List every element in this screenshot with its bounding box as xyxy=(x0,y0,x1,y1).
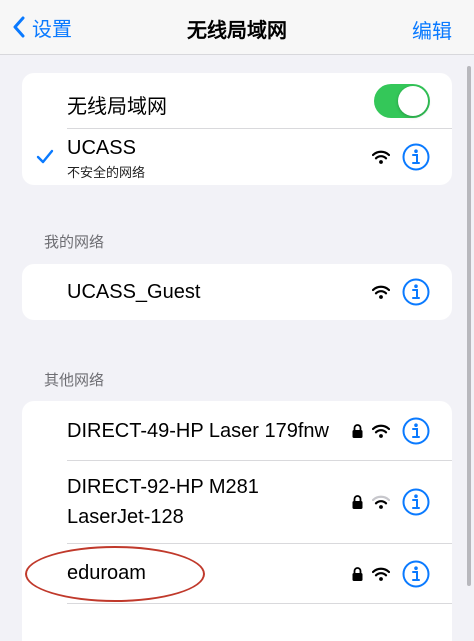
other-networks-card: DIRECT-49-HP Laser 179fnw DIRECT-92-HP M… xyxy=(22,401,452,641)
wlan-toggle[interactable] xyxy=(374,84,430,118)
edit-button[interactable]: 编辑 xyxy=(412,15,452,44)
network-name-line1: DIRECT-92-HP M281 xyxy=(67,476,259,498)
checkmark-icon xyxy=(36,149,54,164)
network-row[interactable]: UCASS_Guest xyxy=(22,264,452,320)
network-name: UCASS_Guest xyxy=(67,281,201,303)
lock-icon xyxy=(352,424,363,438)
wifi-icon xyxy=(372,285,390,299)
connected-network-name: UCASS xyxy=(67,137,136,159)
divider xyxy=(67,603,452,604)
wifi-icon xyxy=(372,150,390,164)
info-icon[interactable] xyxy=(402,143,430,171)
info-icon[interactable] xyxy=(402,560,430,588)
scrollbar[interactable] xyxy=(467,66,471,586)
highlight-ellipse xyxy=(25,546,205,602)
network-row[interactable]: DIRECT-49-HP Laser 179fnw xyxy=(22,401,452,461)
lock-icon xyxy=(352,567,363,581)
wifi-icon xyxy=(372,424,390,438)
wlan-toggle-row: 无线局域网 xyxy=(22,73,452,129)
network-name: DIRECT-49-HP Laser 179fnw xyxy=(67,420,329,442)
wifi-weak-icon xyxy=(372,495,390,509)
page-title: 无线局域网 xyxy=(187,20,287,42)
info-icon[interactable] xyxy=(402,417,430,445)
network-name-line2: LaserJet-128 xyxy=(67,506,184,528)
other-networks-header: 其他网络 xyxy=(44,372,105,389)
wlan-label: 无线局域网 xyxy=(67,96,167,118)
wifi-icon xyxy=(372,567,390,581)
connected-network-subtitle: 不安全的网络 xyxy=(67,165,146,180)
info-icon[interactable] xyxy=(402,488,430,516)
my-networks-card: UCASS_Guest xyxy=(22,264,452,320)
navigation-bar: 设置 无线局域网 编辑 xyxy=(0,0,474,55)
connected-network-row[interactable]: UCASS 不安全的网络 xyxy=(22,129,452,185)
my-networks-header: 我的网络 xyxy=(44,234,105,251)
toggle-knob xyxy=(398,86,428,116)
info-icon[interactable] xyxy=(402,278,430,306)
lock-icon xyxy=(352,495,363,509)
network-row[interactable]: DIRECT-92-HP M281 LaserJet-128 xyxy=(22,461,452,544)
wlan-card: 无线局域网 UCASS 不安全的网络 xyxy=(22,73,452,185)
